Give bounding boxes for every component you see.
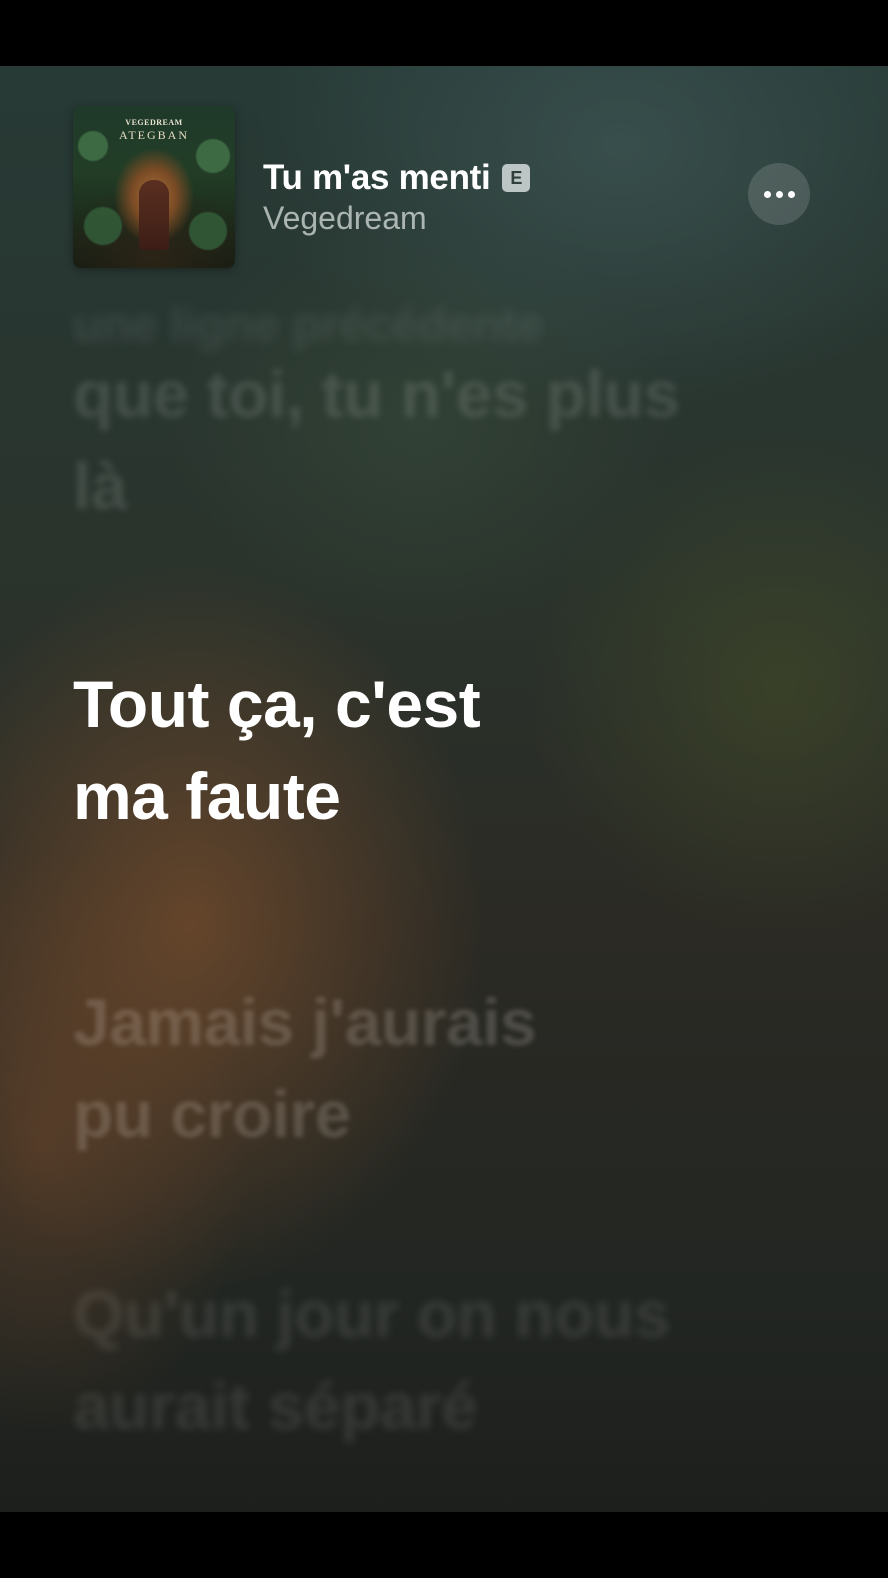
song-title-row[interactable]: Tu m'as menti E — [263, 158, 531, 198]
artist-name[interactable]: Vegedream — [263, 200, 427, 237]
lyric-line-previous[interactable]: que toi, tu n'es plus là — [73, 348, 813, 532]
lyrics-screen: VEGEDREAM ATEGBAN Tu m'as menti E Vegedr… — [0, 66, 888, 1512]
lyric-line-current[interactable]: Tout ça, c'est ma faute — [73, 658, 813, 842]
bottom-letterbox — [0, 1512, 888, 1578]
explicit-badge: E — [502, 164, 531, 192]
now-playing-header: VEGEDREAM ATEGBAN Tu m'as menti E Vegedr… — [73, 106, 815, 268]
more-options-button[interactable] — [748, 163, 810, 225]
artwork-artist-text: VEGEDREAM — [125, 118, 183, 127]
lyric-line-previous-partial[interactable]: une ligne précédente — [73, 296, 813, 356]
top-letterbox — [0, 0, 888, 66]
ellipsis-icon — [763, 190, 795, 198]
lyric-line-after-next[interactable]: Qu'un jour on nous aurait séparé — [73, 1268, 813, 1452]
album-artwork[interactable]: VEGEDREAM ATEGBAN — [73, 106, 235, 268]
lyric-line-next[interactable]: Jamais j'aurais pu croire — [73, 976, 813, 1160]
artwork-figure — [139, 180, 169, 250]
artwork-album-text: ATEGBAN — [119, 128, 189, 142]
song-title[interactable]: Tu m'as menti — [263, 158, 491, 198]
